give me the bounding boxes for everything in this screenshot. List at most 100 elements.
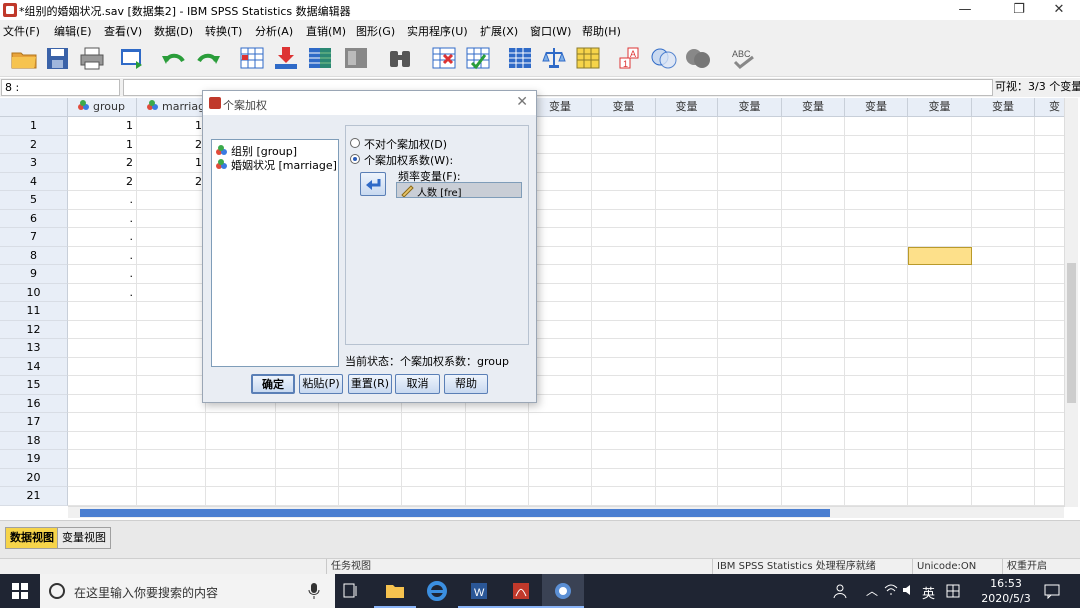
table-cell[interactable] [908,302,972,321]
table-cell[interactable] [845,487,908,506]
table-cell[interactable] [908,117,972,136]
table-cell[interactable] [529,135,592,154]
table-cell[interactable] [592,191,656,210]
table-cell[interactable] [402,431,466,450]
table-cell[interactable] [782,228,845,247]
table-cell[interactable] [845,117,908,136]
table-cell[interactable] [908,394,972,413]
radio-weight-by[interactable] [350,154,360,164]
volume-icon[interactable] [902,584,916,599]
row-number[interactable]: 17 [0,413,68,432]
table-cell[interactable] [592,320,656,339]
table-cell[interactable] [782,394,845,413]
table-cell[interactable] [206,487,276,506]
table-cell[interactable] [718,209,782,228]
split-file-icon[interactable] [506,45,534,71]
table-cell[interactable] [1035,432,1064,450]
taskbar-search-box[interactable]: 在这里输入你要搜索的内容 [40,574,335,608]
table-cell[interactable] [718,394,782,413]
column-header-empty-variable[interactable]: 变量 [908,98,972,117]
table-cell[interactable] [845,339,908,358]
table-cell[interactable] [782,413,845,432]
table-cell[interactable] [656,357,718,376]
table-cell[interactable] [339,450,402,469]
frequency-variable-field[interactable]: 人数 [fre] [396,182,522,199]
radio-no-weight-label[interactable]: 不对个案加权(D) [364,136,447,152]
table-cell[interactable] [592,468,656,487]
word-icon[interactable]: W [458,574,500,608]
table-cell[interactable]: . [68,209,137,228]
row-number[interactable]: 20 [0,468,68,487]
table-cell[interactable] [845,431,908,450]
table-cell[interactable] [656,246,718,265]
notification-icon[interactable] [1044,583,1060,602]
table-cell[interactable] [845,191,908,210]
column-header-group[interactable]: group [68,98,137,117]
table-cell[interactable] [972,339,1035,358]
table-cell[interactable] [137,320,206,339]
table-cell[interactable] [529,450,592,469]
close-button[interactable]: ✕ [1036,0,1080,20]
table-cell[interactable] [908,320,972,339]
table-cell[interactable] [908,339,972,358]
row-number[interactable]: 8 [0,246,68,265]
windows-start-icon[interactable] [12,583,28,602]
variables-icon[interactable] [306,45,334,71]
vertical-scroll-thumb[interactable] [1067,263,1076,403]
menu-extensions[interactable]: 扩展(X) [480,23,518,39]
table-cell[interactable] [68,431,137,450]
table-cell[interactable] [592,413,656,432]
table-cell[interactable] [137,357,206,376]
table-cell[interactable] [68,302,137,321]
table-cell[interactable] [718,283,782,302]
table-cell[interactable] [1035,265,1064,284]
table-cell[interactable] [718,246,782,265]
table-cell[interactable] [137,191,206,210]
table-cell[interactable] [972,376,1035,395]
table-cell[interactable] [276,487,339,506]
table-cell[interactable] [137,246,206,265]
table-cell[interactable] [1035,487,1064,506]
table-cell[interactable] [718,487,782,506]
table-cell[interactable] [529,394,592,413]
table-cell[interactable] [592,450,656,469]
column-header-empty-variable[interactable]: 变量 [845,98,908,117]
table-cell[interactable] [845,450,908,469]
table-cell[interactable] [466,450,529,469]
horizontal-scroll-thumb[interactable] [80,509,830,517]
table-cell[interactable] [972,191,1035,210]
table-cell[interactable] [529,154,592,173]
table-cell[interactable] [845,394,908,413]
table-cell[interactable] [972,450,1035,469]
column-header-empty-variable[interactable]: 变量 [782,98,845,117]
row-number[interactable]: 12 [0,320,68,339]
table-cell[interactable] [782,117,845,136]
table-cell[interactable] [972,487,1035,506]
table-cell[interactable] [529,468,592,487]
table-cell[interactable] [656,154,718,173]
table-cell[interactable] [908,357,972,376]
table-cell[interactable] [656,468,718,487]
row-number[interactable]: 10 [0,283,68,302]
table-cell[interactable] [718,450,782,469]
table-cell[interactable] [466,487,529,506]
table-cell[interactable] [529,413,592,432]
table-cell[interactable] [529,209,592,228]
table-cell[interactable] [402,487,466,506]
table-cell[interactable] [1035,450,1064,469]
table-cell[interactable] [656,209,718,228]
table-cell[interactable] [1035,284,1064,302]
table-cell[interactable] [656,228,718,247]
table-cell[interactable] [402,413,466,432]
table-cell[interactable] [1035,395,1064,413]
menu-transform[interactable]: 转换(T) [205,23,242,39]
table-cell[interactable]: . [68,246,137,265]
table-cell[interactable] [908,265,972,284]
table-cell[interactable] [972,209,1035,228]
table-cell[interactable] [276,413,339,432]
row-number[interactable]: 14 [0,357,68,376]
save-icon[interactable] [44,45,72,71]
table-cell[interactable] [339,431,402,450]
table-cell[interactable] [845,357,908,376]
show-all-variables-icon[interactable] [684,45,712,71]
